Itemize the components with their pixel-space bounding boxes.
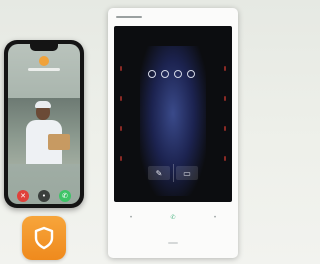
side-indicator-light [120,96,122,101]
brand-logo [116,16,142,18]
key-button[interactable]: ▭ [176,166,198,180]
door-unlock-button[interactable]: ✎ [148,166,170,180]
shield-icon [34,226,54,250]
decline-call-button[interactable]: ✕ [17,190,29,202]
smartphone: ✕ • ✆ [4,40,84,208]
video-intercom-monitor: ✎ ▭ • ✆ • [108,8,238,258]
touch-key-left[interactable]: • [128,213,134,221]
hang-up-icon: ✕ [20,192,26,200]
side-indicator-light [224,66,226,71]
courier-cap [35,101,51,108]
dot-icon: • [129,213,133,221]
phone-screen: ✕ • ✆ [8,44,80,204]
tile-divider [173,164,174,182]
menu-icon-2[interactable] [161,70,169,78]
side-indicator-light [224,96,226,101]
parcel-box [48,134,70,150]
accept-call-button[interactable]: ✆ [59,190,71,202]
side-indicator-light [224,126,226,131]
dot-icon: • [213,213,217,221]
caller-avatar [39,56,49,66]
intercom-display[interactable]: ✎ ▭ [114,26,232,202]
side-indicator-light [120,66,122,71]
security-app-icon[interactable] [22,216,66,260]
door-unlock-icon: ✎ [155,168,163,178]
key-icon: ▭ [183,168,191,178]
phone-notch [30,44,58,51]
doorbell-video-feed [8,98,80,164]
menu-icon-4[interactable] [187,70,195,78]
side-indicator-light [120,156,122,161]
side-indicator-light [224,156,226,161]
menu-icon-3[interactable] [174,70,182,78]
speaker-grille [168,242,178,244]
caller-name-placeholder [28,68,60,71]
mute-button[interactable]: • [38,190,50,202]
phone-icon: ✆ [170,213,176,221]
answer-call-icon: ✆ [62,192,68,200]
mute-icon: • [41,192,47,200]
call-touch-key[interactable]: ✆ [170,213,176,221]
menu-icon-1[interactable] [148,70,156,78]
side-indicator-light [120,126,122,131]
touch-key-right[interactable]: • [212,213,218,221]
